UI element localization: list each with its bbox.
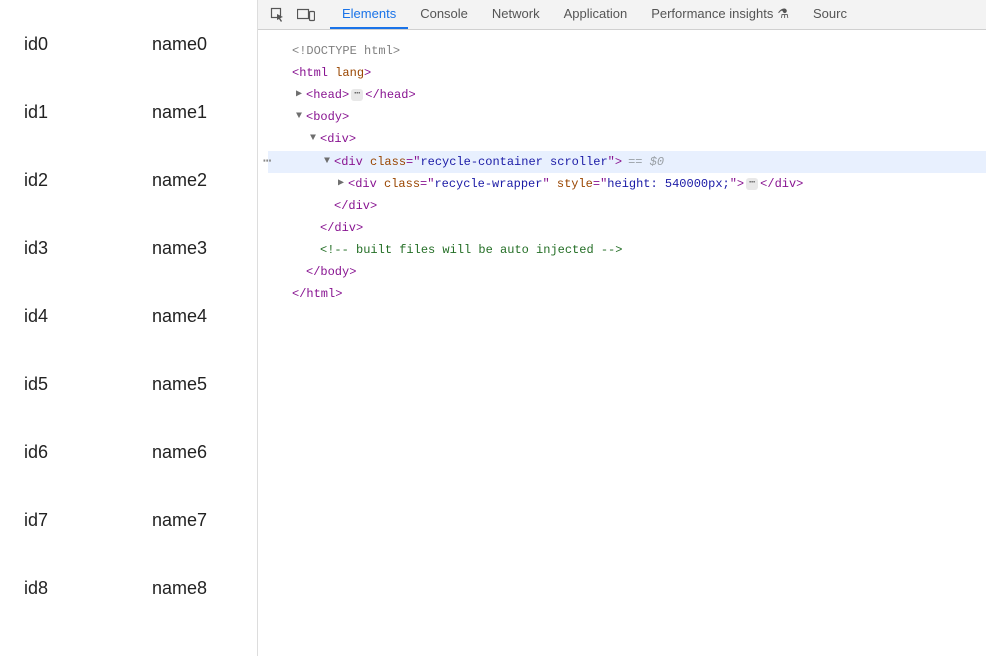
list-item: id4 name4 xyxy=(24,282,257,350)
dom-node-comment[interactable]: <!-- built files will be auto injected -… xyxy=(268,239,986,261)
row-id: id2 xyxy=(24,170,152,191)
row-id: id3 xyxy=(24,238,152,259)
ellipsis-icon[interactable]: ⋯ xyxy=(351,89,363,101)
row-name: name7 xyxy=(152,510,257,531)
row-name: name3 xyxy=(152,238,257,259)
dom-node-wrapper[interactable]: <div class="recycle-wrapper" style="heig… xyxy=(268,173,986,195)
row-id: id0 xyxy=(24,34,152,55)
tab-application[interactable]: Application xyxy=(552,0,640,29)
collapse-arrow-icon[interactable] xyxy=(310,128,320,150)
list-item: id5 name5 xyxy=(24,350,257,418)
row-name: name5 xyxy=(152,374,257,395)
tab-elements[interactable]: Elements xyxy=(330,0,408,29)
row-id: id7 xyxy=(24,510,152,531)
list-item: id0 name0 xyxy=(24,10,257,78)
tab-label: Sourc xyxy=(813,6,847,21)
row-id: id1 xyxy=(24,102,152,123)
row-id: id5 xyxy=(24,374,152,395)
row-name: name8 xyxy=(152,578,257,599)
tab-label: Performance insights xyxy=(651,6,773,21)
tab-label: Console xyxy=(420,6,468,21)
dom-node-body-open[interactable]: <body> xyxy=(268,106,986,128)
devtools-toolbar: Elements Console Network Application Per… xyxy=(258,0,986,30)
devtools-tabs: Elements Console Network Application Per… xyxy=(330,0,859,29)
tab-label: Elements xyxy=(342,6,396,21)
tab-console[interactable]: Console xyxy=(408,0,480,29)
list-item: id6 name6 xyxy=(24,418,257,486)
list-item: id8 name8 xyxy=(24,554,257,622)
tab-network[interactable]: Network xyxy=(480,0,552,29)
row-name: name4 xyxy=(152,306,257,327)
device-toggle-icon[interactable] xyxy=(294,3,318,27)
tab-sources[interactable]: Sourc xyxy=(801,0,859,29)
dom-node-html-open[interactable]: <html lang> xyxy=(268,62,986,84)
dom-node-body-close[interactable]: </body> xyxy=(268,261,986,283)
list-item: id2 name2 xyxy=(24,146,257,214)
ellipsis-icon[interactable]: ⋯ xyxy=(746,178,758,190)
tab-label: Application xyxy=(564,6,628,21)
row-id: id6 xyxy=(24,442,152,463)
dom-node-div-close[interactable]: </div> xyxy=(268,217,986,239)
row-name: name2 xyxy=(152,170,257,191)
list-item: id7 name7 xyxy=(24,486,257,554)
row-id: id8 xyxy=(24,578,152,599)
row-name: name0 xyxy=(152,34,257,55)
dom-node-doctype[interactable]: <!DOCTYPE html> xyxy=(268,40,986,62)
row-name: name1 xyxy=(152,102,257,123)
flask-icon: ⚗ xyxy=(777,6,789,22)
dom-node-head[interactable]: <head>⋯</head> xyxy=(268,84,986,106)
expand-arrow-icon[interactable] xyxy=(338,173,348,195)
tab-performance-insights[interactable]: Performance insights ⚗ xyxy=(639,0,801,29)
tab-label: Network xyxy=(492,6,540,21)
collapse-arrow-icon[interactable] xyxy=(296,106,306,128)
row-name: name6 xyxy=(152,442,257,463)
collapse-arrow-icon[interactable] xyxy=(324,151,334,173)
dom-node-html-close[interactable]: </html> xyxy=(268,283,986,305)
inspect-icon[interactable] xyxy=(266,3,290,27)
dom-node-div-open[interactable]: <div> xyxy=(268,128,986,150)
expand-arrow-icon[interactable] xyxy=(296,84,306,106)
list-item: id1 name1 xyxy=(24,78,257,146)
list-item: id3 name3 xyxy=(24,214,257,282)
dom-node-div-close[interactable]: </div> xyxy=(268,195,986,217)
dom-node-selected[interactable]: <div class="recycle-container scroller">… xyxy=(268,151,986,173)
dom-tree[interactable]: <!DOCTYPE html> <html lang> <head>⋯</hea… xyxy=(258,30,986,656)
devtools-panel: Elements Console Network Application Per… xyxy=(258,0,986,656)
row-id: id4 xyxy=(24,306,152,327)
rendered-page-panel[interactable]: id0 name0 id1 name1 id2 name2 id3 name3 … xyxy=(0,0,258,656)
